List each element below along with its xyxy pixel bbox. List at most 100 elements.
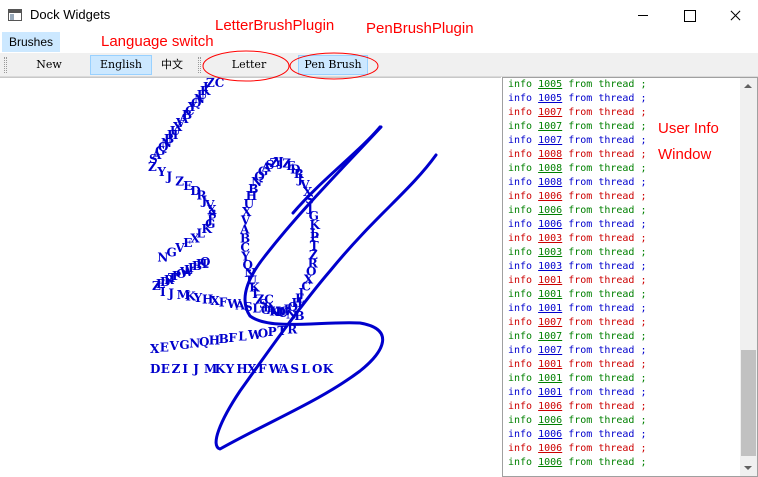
log-suffix: from thread ; bbox=[562, 345, 647, 356]
log-suffix: from thread ; bbox=[562, 177, 647, 188]
brush-letter: I bbox=[160, 285, 166, 299]
scroll-thumb[interactable] bbox=[741, 350, 756, 456]
brush-letter: B bbox=[219, 332, 229, 346]
minimize-button[interactable] bbox=[620, 0, 666, 31]
brush-letter: F bbox=[228, 331, 237, 345]
scroll-up-arrow-icon[interactable] bbox=[740, 78, 757, 95]
log-row: info 1006 from thread ; bbox=[503, 218, 740, 232]
new-thread-button[interactable]: New Thread bbox=[14, 55, 84, 89]
log-prefix: info bbox=[508, 93, 539, 104]
log-suffix: from thread ; bbox=[562, 121, 647, 132]
log-row: info 1001 from thread ; bbox=[503, 386, 740, 400]
log-prefix: info bbox=[508, 79, 539, 90]
brush-letter: J bbox=[166, 170, 173, 184]
log-user-id: 1006 bbox=[538, 219, 563, 230]
log-prefix: info bbox=[508, 317, 539, 328]
brush-letter: X bbox=[150, 342, 160, 356]
log-suffix: from thread ; bbox=[562, 457, 647, 468]
log-suffix: from thread ; bbox=[562, 247, 647, 258]
brush-letter: V bbox=[169, 339, 180, 353]
log-prefix: info bbox=[508, 443, 539, 454]
annotation-user-info-line2: Window bbox=[658, 146, 712, 163]
brush-letter: F bbox=[258, 362, 267, 376]
brush-letter: K bbox=[323, 362, 334, 376]
maximize-button[interactable] bbox=[666, 0, 712, 31]
brush-letter: Z bbox=[148, 160, 157, 174]
log-prefix: info bbox=[508, 261, 539, 272]
log-suffix: from thread ; bbox=[562, 135, 647, 146]
log-row: info 1006 from thread ; bbox=[503, 456, 740, 470]
brush-letter: I bbox=[182, 362, 188, 376]
brush-letter: L bbox=[301, 362, 310, 376]
chinese-button[interactable]: 中文 bbox=[156, 55, 188, 75]
log-row: info 1007 from thread ; bbox=[503, 106, 740, 120]
user-info-log[interactable]: info 1005 from thread ; info 1005 from th… bbox=[503, 78, 740, 476]
log-row: info 1001 from thread ; bbox=[503, 372, 740, 386]
log-suffix: from thread ; bbox=[562, 443, 647, 454]
log-prefix: info bbox=[508, 331, 539, 342]
close-button[interactable] bbox=[712, 0, 758, 31]
log-prefix: info bbox=[508, 191, 539, 202]
log-prefix: info bbox=[508, 121, 539, 132]
log-user-id: 1006 bbox=[538, 443, 563, 454]
window-title: Dock Widgets bbox=[30, 7, 111, 22]
log-suffix: from thread ; bbox=[562, 275, 647, 286]
log-suffix: from thread ; bbox=[562, 415, 647, 426]
log-row: info 1006 from thread ; bbox=[503, 428, 740, 442]
log-row: info 1006 from thread ; bbox=[503, 204, 740, 218]
log-user-id: 1007 bbox=[538, 135, 563, 146]
log-row: info 1007 from thread ; bbox=[503, 344, 740, 358]
log-prefix: info bbox=[508, 107, 539, 118]
log-user-id: 1007 bbox=[538, 121, 563, 132]
log-user-id: 1007 bbox=[538, 317, 563, 328]
log-row: info 1003 from thread ; bbox=[503, 246, 740, 260]
english-button[interactable]: English bbox=[90, 55, 152, 75]
log-suffix: from thread ; bbox=[562, 233, 647, 244]
log-row: info 1001 from thread ; bbox=[503, 274, 740, 288]
log-prefix: info bbox=[508, 135, 539, 146]
log-prefix: info bbox=[508, 205, 539, 216]
log-user-id: 1003 bbox=[538, 247, 563, 258]
log-scrollbar[interactable] bbox=[740, 78, 757, 476]
log-user-id: 1006 bbox=[538, 415, 563, 426]
pen-brush-button[interactable]: Pen Brush bbox=[298, 55, 368, 75]
log-row: info 1001 from thread ; bbox=[503, 302, 740, 316]
log-suffix: from thread ; bbox=[562, 317, 647, 328]
log-user-id: 1006 bbox=[538, 429, 563, 440]
brush-letter: Z bbox=[172, 362, 181, 376]
log-suffix: from thread ; bbox=[562, 79, 647, 90]
annotation-letter-brush-plugin: LetterBrushPlugin bbox=[215, 17, 335, 34]
log-user-id: 1001 bbox=[538, 387, 563, 398]
log-row: info 1001 from thread ; bbox=[503, 358, 740, 372]
brush-letter: X bbox=[247, 362, 257, 376]
log-suffix: from thread ; bbox=[562, 401, 647, 412]
log-user-id: 1003 bbox=[538, 233, 563, 244]
log-prefix: info bbox=[508, 415, 539, 426]
log-user-id: 1001 bbox=[538, 303, 563, 314]
letter-brush-button[interactable]: Letter Brush bbox=[210, 55, 288, 89]
log-user-id: 1001 bbox=[538, 359, 563, 370]
log-row: info 1008 from thread ; bbox=[503, 176, 740, 190]
brush-letter: T bbox=[277, 324, 286, 338]
drawing-canvas[interactable]: ZC I K U N Q Y C B A V X U H B N Q G A S Z Y J Z E D R J V X S J G K L X E V G… bbox=[0, 77, 501, 477]
log-row: info 1006 from thread ; bbox=[503, 190, 740, 204]
log-prefix: info bbox=[508, 233, 539, 244]
brush-letter: Y bbox=[156, 165, 166, 179]
toolbar-grip[interactable] bbox=[4, 57, 7, 73]
menu-brushes[interactable]: Brushes bbox=[2, 32, 61, 52]
log-user-id: 1006 bbox=[538, 191, 563, 202]
toolbar: New Thread English 中文 Letter Brush Pen B… bbox=[0, 53, 758, 89]
log-user-id: 1008 bbox=[538, 149, 563, 160]
log-prefix: info bbox=[508, 401, 539, 412]
log-row: info 1007 from thread ; bbox=[503, 330, 740, 344]
log-suffix: from thread ; bbox=[562, 163, 647, 174]
brush-letter: S bbox=[290, 362, 299, 376]
toolbar-grip[interactable] bbox=[198, 57, 201, 73]
log-prefix: info bbox=[508, 373, 539, 384]
scroll-down-arrow-icon[interactable] bbox=[740, 459, 757, 476]
log-prefix: info bbox=[508, 303, 539, 314]
log-prefix: info bbox=[508, 219, 539, 230]
brush-letter: H bbox=[236, 362, 247, 376]
brush-letter: L bbox=[310, 227, 319, 241]
log-user-id: 1008 bbox=[538, 177, 563, 188]
